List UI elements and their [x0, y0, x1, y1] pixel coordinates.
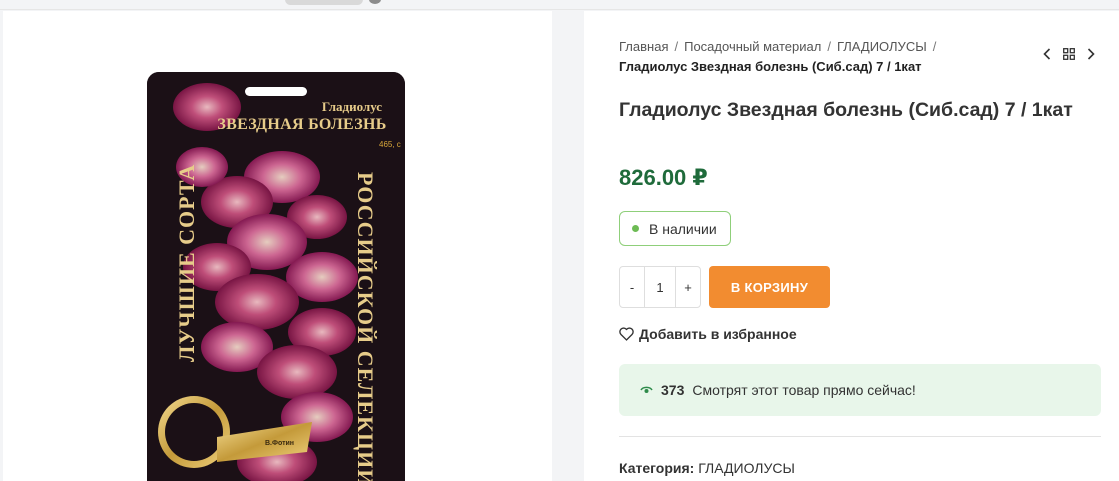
breadcrumb-section[interactable]: Посадочный материал [684, 39, 821, 54]
stock-status-badge: В наличии [619, 211, 731, 246]
product-title: Гладиолус Звездная болезнь (Сиб.сад) 7 /… [619, 99, 1073, 121]
viewers-text: Смотрят этот товар прямо сейчас! [692, 382, 916, 398]
packet-title-small: Гладиолус [321, 99, 383, 114]
quantity-decrease-button[interactable]: - [620, 267, 644, 307]
stock-dot-icon [632, 225, 639, 232]
browser-top-strip [0, 0, 1119, 10]
quantity-stepper: - 1 + [619, 266, 701, 308]
add-to-wishlist-link[interactable]: Добавить в избранное [619, 326, 797, 342]
breadcrumb-home[interactable]: Главная [619, 39, 668, 54]
breadcrumb-separator: / [674, 39, 679, 54]
divider [619, 436, 1101, 437]
product-image-panel: Гладиолус ЗВЕЗДНАЯ БОЛЕЗНЬ 465, с ЛУЧШИЕ… [3, 11, 552, 481]
grid-icon[interactable] [1063, 47, 1075, 63]
packet-vertical-left: ЛУЧШИЕ СОРТА [174, 163, 199, 362]
chevron-right-icon[interactable] [1087, 47, 1095, 63]
packet-ribbon-text: В.Фотин [265, 440, 295, 447]
product-navigation [1043, 47, 1095, 63]
category-link[interactable]: ГЛАДИОЛУСЫ [698, 460, 795, 476]
breadcrumb-separator: / [932, 39, 937, 54]
breadcrumb-current: Гладиолус Звездная болезнь (Сиб.сад) 7 /… [619, 59, 922, 74]
heart-icon [619, 327, 634, 341]
product-price: 826.00 ₽ [619, 165, 708, 190]
wishlist-label: Добавить в избранное [639, 326, 797, 342]
packet-title-big: ЗВЕЗДНАЯ БОЛЕЗНЬ [217, 116, 387, 133]
chevron-left-icon[interactable] [1043, 47, 1051, 63]
breadcrumb-separator: / [827, 39, 831, 54]
top-strip-dot [369, 0, 381, 4]
packet-vertical-right: РОССИЙСКОЙ СЕЛЕКЦИИ [353, 172, 378, 481]
product-category: Категория: ГЛАДИОЛУСЫ [619, 460, 795, 476]
quantity-input[interactable]: 1 [644, 267, 676, 307]
breadcrumb: Главная / Посадочный материал / ГЛАДИОЛУСЫ / … [619, 37, 1039, 77]
stock-status-label: В наличии [649, 220, 717, 237]
add-to-cart-button[interactable]: В КОРЗИНУ [709, 266, 830, 308]
packet-code: 465, с [379, 140, 401, 149]
live-viewers-notice: 373 Смотрят этот товар прямо сейчас! [619, 364, 1101, 416]
category-label: Категория: [619, 460, 695, 476]
top-strip-pill [285, 0, 363, 5]
product-info-panel: Главная / Посадочный материал / ГЛАДИОЛУСЫ / … [584, 11, 1119, 481]
quantity-increase-button[interactable]: + [676, 267, 700, 307]
breadcrumb-category[interactable]: ГЛАДИОЛУСЫ [837, 39, 927, 54]
viewers-count: 373 [661, 382, 685, 398]
eye-icon [640, 385, 653, 395]
product-image[interactable]: Гладиолус ЗВЕЗДНАЯ БОЛЕЗНЬ 465, с ЛУЧШИЕ… [147, 72, 405, 481]
